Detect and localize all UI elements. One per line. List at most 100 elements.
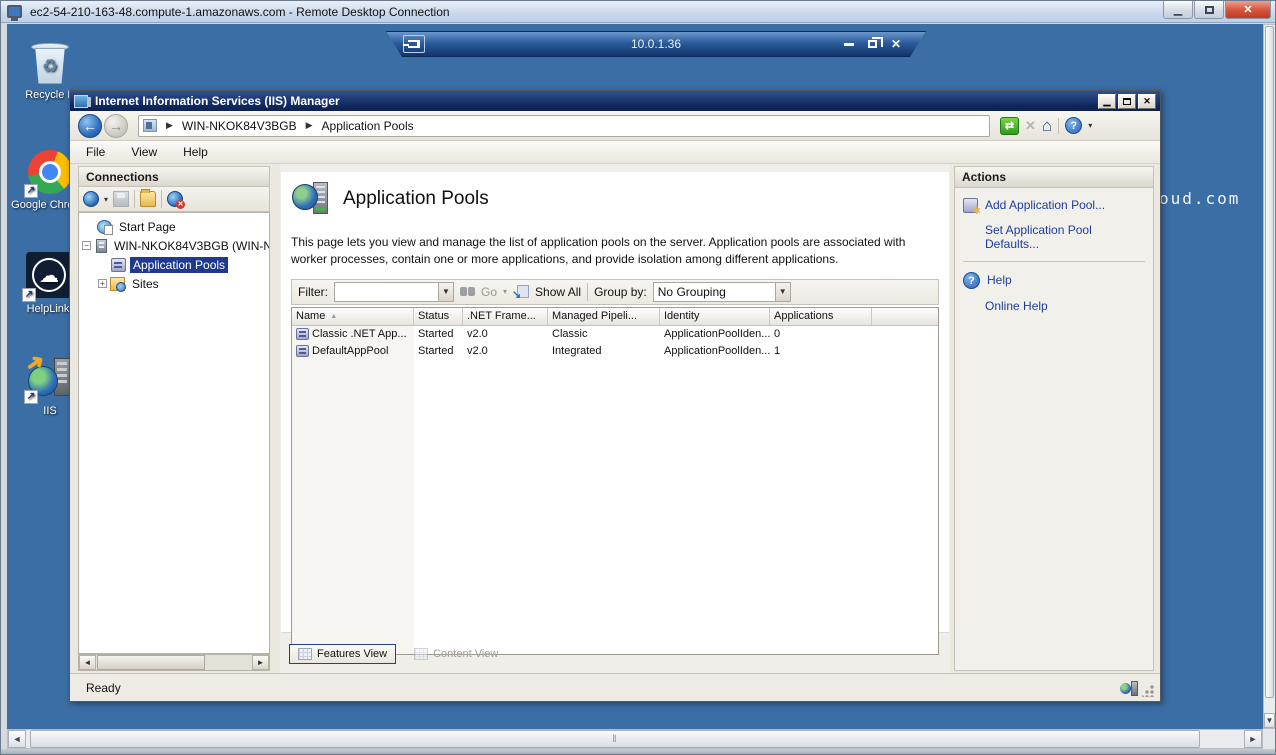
wallpaper-text: oud.com [1159,189,1240,208]
table-header-row: Name▲ Status .NET Frame... Managed Pipel… [292,308,938,326]
toolbar-separator [161,190,162,208]
application-pools-table: Name▲ Status .NET Frame... Managed Pipel… [291,307,939,655]
scroll-left-icon[interactable]: ◄ [79,655,96,670]
column-header-name[interactable]: Name▲ [292,308,414,325]
column-header-applications[interactable]: Applications [770,308,872,325]
toolbar-separator [134,190,135,208]
action-set-defaults[interactable]: Set Application Pool Defaults... [985,223,1145,251]
scroll-right-icon[interactable]: ► [1244,730,1262,748]
page-description: This page lets you view and manage the l… [291,234,931,269]
scrollbar-thumb[interactable] [97,655,205,670]
table-row[interactable]: Classic .NET App... Started v2.0 Classic… [292,326,938,343]
features-view-icon [298,648,312,660]
go-button[interactable]: Go [481,285,497,299]
rdp-bar-restore-button[interactable] [868,40,877,48]
column-header-identity[interactable]: Identity [660,308,770,325]
iis-titlebar[interactable]: Internet Information Services (IIS) Mana… [70,91,1160,111]
actions-separator [963,261,1145,262]
connections-hscrollbar[interactable]: ◄ ► [78,654,270,671]
menu-help[interactable]: Help [173,142,218,162]
breadcrumb-page[interactable]: Application Pools [322,119,414,133]
menu-file[interactable]: File [76,142,115,162]
tree-item-server[interactable]: − WIN-NKOK84V3BGB (WIN-NKOK [79,236,269,255]
helplink-icon: ☁ ↗ [24,252,72,300]
scrollbar-thumb[interactable]: ‖ [30,730,1200,748]
window-bottom-frame [1,749,1276,755]
breadcrumb[interactable]: ▶ WIN-NKOK84V3BGB ▶ Application Pools [138,115,990,137]
collapse-icon[interactable]: − [82,241,91,250]
breadcrumb-server[interactable]: WIN-NKOK84V3BGB [182,119,297,133]
column-header-net-framework[interactable]: .NET Frame... [463,308,548,325]
rdp-maximize-button[interactable] [1194,1,1224,19]
sort-ascending-icon: ▲ [330,313,337,320]
rdp-minimize-button[interactable]: ▁ [1163,1,1193,19]
tree-item-application-pools[interactable]: Application Pools [79,255,269,274]
chevron-down-icon[interactable]: ▼ [438,283,453,301]
toolbar-separator [587,283,588,301]
action-online-help[interactable]: Online Help [985,299,1145,313]
tab-content-view[interactable]: Content View [406,645,506,663]
table-row[interactable]: DefaultAppPool Started v2.0 Integrated A… [292,343,938,360]
rdp-bar-minimize-button[interactable] [844,43,854,46]
scrollbar-corner [1263,729,1276,749]
back-button[interactable]: ← [78,114,102,138]
go-icon [460,287,475,296]
scroll-right-icon[interactable]: ► [252,655,269,670]
selected-tree-label[interactable]: Application Pools [130,257,228,273]
shortcut-arrow-icon: ↗ [22,288,36,302]
menu-view[interactable]: View [121,142,167,162]
column-header-pipeline[interactable]: Managed Pipeli... [548,308,660,325]
rdp-close-button[interactable]: ✕ [1225,1,1271,19]
column-header-blank [872,308,938,325]
rdp-connection-bar: 10.0.1.36 ✕ [386,31,926,57]
chevron-right-icon: ▶ [306,120,313,131]
show-all-button[interactable]: Show All [535,285,581,299]
filter-label: Filter: [298,285,328,299]
connection-dropdown-icon[interactable]: ▾ [104,195,108,204]
home-button[interactable]: ⌂ [1042,117,1052,134]
help-icon: ? [963,272,980,289]
scroll-left-icon[interactable]: ◄ [8,730,26,748]
feature-panel: Application Pools This page lets you vie… [280,164,950,673]
open-connection-icon[interactable] [140,191,156,207]
rdp-window: ec2-54-210-163-48.compute-1.amazonaws.co… [0,0,1276,755]
application-pools-page: Application Pools This page lets you vie… [281,172,949,633]
iis-close-button[interactable]: ✕ [1138,94,1156,109]
iis-minimize-button[interactable]: ▁ [1098,94,1116,109]
tree-item-sites[interactable]: + Sites [79,274,269,293]
connections-toolbar: ▾ ✕ [78,187,270,212]
iis-address-bar: ← → ▶ WIN-NKOK84V3BGB ▶ Application Pool… [70,111,1160,141]
sorted-column-shade [292,326,414,654]
refresh-button[interactable]: ⇄ [1000,117,1019,135]
filter-input[interactable]: ▼ [334,282,454,302]
go-dropdown-icon[interactable]: ▾ [503,287,507,296]
scroll-down-icon[interactable]: ▼ [1264,713,1275,728]
rdp-bar-close-button[interactable]: ✕ [891,38,901,50]
help-dropdown-icon[interactable]: ▾ [1088,121,1092,130]
app-pool-icon [296,345,309,357]
column-header-status[interactable]: Status [414,308,463,325]
delete-connection-icon[interactable]: ✕ [167,191,183,207]
tree-item-start-page[interactable]: Start Page [79,217,269,236]
forward-button[interactable]: → [104,114,128,138]
iis-maximize-button[interactable] [1118,94,1136,109]
rdp-horizontal-scrollbar[interactable]: ◄ ‖ ► [7,729,1263,749]
resize-grip[interactable] [1142,685,1154,697]
rdp-vertical-scrollbar[interactable]: ▼ [1263,24,1276,729]
save-connection-icon[interactable] [113,191,129,207]
tab-features-view[interactable]: Features View [289,644,396,664]
action-help[interactable]: ? Help [963,272,1145,289]
content-view-icon [414,648,428,660]
group-by-select[interactable]: No Grouping▼ [653,282,791,302]
stop-button[interactable]: ✕ [1025,118,1036,134]
scrollbar-thumb[interactable] [1265,26,1274,698]
iis-window-title: Internet Information Services (IIS) Mana… [95,94,340,108]
create-connection-icon[interactable] [83,191,99,207]
chevron-down-icon[interactable]: ▼ [775,283,790,301]
expand-icon[interactable]: + [98,279,107,288]
app-pool-icon [296,328,309,340]
status-text: Ready [86,681,121,695]
action-add-application-pool[interactable]: Add Application Pool... [963,198,1145,213]
help-button[interactable]: ? [1065,117,1082,134]
rdp-titlebar[interactable]: ec2-54-210-163-48.compute-1.amazonaws.co… [1,1,1276,23]
